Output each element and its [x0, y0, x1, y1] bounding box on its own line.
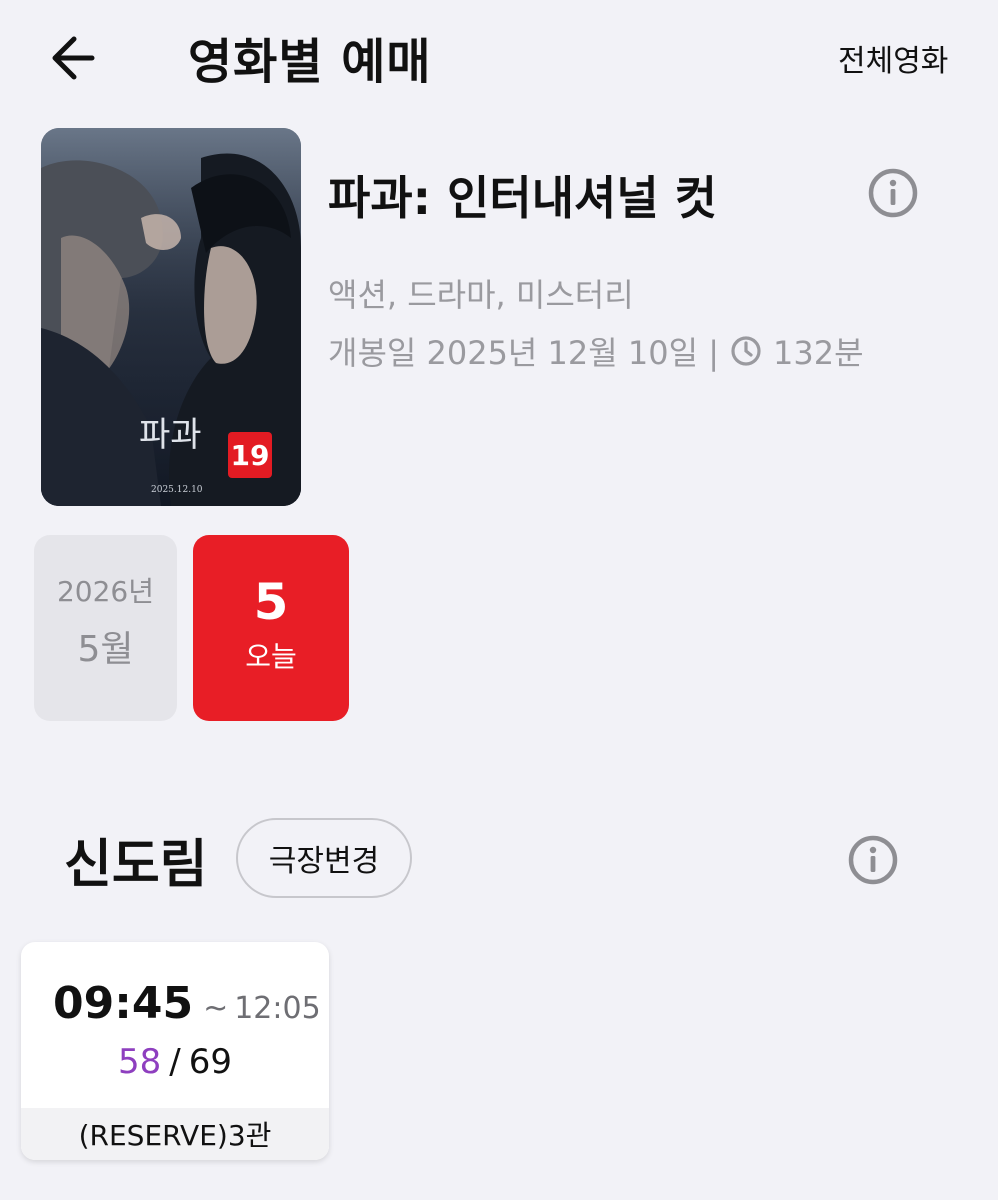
change-theater-button[interactable]: 극장변경 — [236, 818, 412, 898]
month-tile: 2026년 5월 — [34, 535, 177, 721]
year-label: 2026년 — [56, 575, 155, 608]
all-movies-link[interactable]: 전체영화 — [838, 36, 948, 80]
seat-separator: / — [169, 1042, 181, 1082]
theater-info-icon[interactable] — [846, 833, 900, 887]
runtime: 132분 — [772, 334, 864, 372]
age-rating-badge: 19 — [228, 432, 272, 478]
seat-count: 58/69 — [21, 1042, 329, 1082]
poster-date-text: 2025.12.10 — [151, 485, 203, 495]
page-title: 영화별 예매 — [188, 34, 432, 90]
clock-icon — [729, 334, 763, 368]
time-tilde: ~ — [203, 991, 229, 1026]
back-arrow-icon[interactable] — [40, 26, 110, 90]
movie-title: 파과: 인터내셔널 컷 — [328, 171, 717, 225]
poster-title-text: 파과 — [139, 415, 202, 455]
screen-name: (RESERVE)3관 — [21, 1108, 329, 1160]
date-tile-selected[interactable]: 5 오늘 — [193, 535, 349, 721]
release-info: 개봉일 2025년 12월 10일 | 132분 — [328, 328, 864, 374]
day-label: 오늘 — [245, 640, 297, 673]
theater-name: 신도림 — [64, 835, 208, 895]
end-time: 12:05 — [234, 991, 321, 1026]
movie-info-icon[interactable] — [866, 166, 920, 220]
month-label: 5월 — [77, 629, 134, 670]
day-number: 5 — [253, 573, 289, 631]
start-time: 09:45 — [53, 978, 194, 1029]
showtime-card[interactable]: 09:45 ~ 12:05 58/69 (RESERVE)3관 — [21, 942, 329, 1160]
showtime-time-row: 09:45 ~ 12:05 — [53, 978, 321, 1029]
seats-total: 69 — [188, 1042, 232, 1082]
release-date: 개봉일 2025년 12월 10일 | — [328, 334, 719, 372]
seats-available: 58 — [118, 1042, 162, 1082]
movie-genres: 액션, 드라마, 미스터리 — [328, 276, 634, 314]
